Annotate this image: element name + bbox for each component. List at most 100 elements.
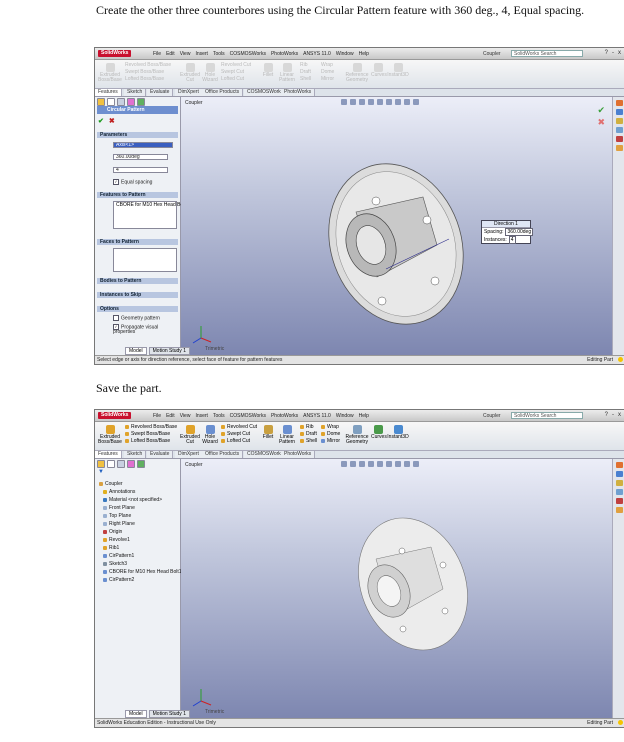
tab-evaluate[interactable]: Evaluate bbox=[147, 451, 174, 458]
ribbon-small-item[interactable]: Swept Boss/Base bbox=[125, 69, 171, 76]
section-bodies-to-pattern[interactable]: Bodies to Pattern bbox=[97, 278, 178, 284]
ribbon-button[interactable]: Extruded Cut bbox=[179, 63, 201, 83]
appearances-icon[interactable] bbox=[615, 145, 623, 151]
tab-sketch[interactable]: Sketch bbox=[124, 89, 147, 96]
ribbon-small-item[interactable]: Revolved Boss/Base bbox=[125, 62, 171, 69]
tab-dimxpert[interactable]: DimXpert bbox=[175, 451, 203, 458]
menu-item[interactable]: Tools bbox=[213, 413, 225, 419]
tab-motion-study[interactable]: Motion Study 1 bbox=[148, 347, 190, 355]
tree-item-top-plane[interactable]: Top Plane bbox=[103, 513, 131, 519]
tree-item-material[interactable]: Material <not specified> bbox=[103, 497, 162, 503]
tab-motion-study[interactable]: Motion Study 1 bbox=[148, 710, 190, 718]
rebuild-icon[interactable] bbox=[618, 357, 623, 362]
close-button[interactable]: x bbox=[618, 50, 621, 56]
minimize-button[interactable]: - bbox=[612, 50, 614, 56]
axis-field[interactable]: Axis<1> bbox=[113, 142, 173, 148]
close-button[interactable]: x bbox=[618, 412, 621, 418]
tab-features[interactable]: Features bbox=[95, 89, 122, 96]
resources-icon[interactable] bbox=[615, 100, 623, 106]
ribbon-button[interactable]: Reference Geometry bbox=[345, 63, 369, 83]
config-manager-tab-icon[interactable] bbox=[117, 460, 125, 468]
menu-item[interactable]: View bbox=[180, 51, 191, 57]
confirm-ok-icon[interactable]: ✔ bbox=[597, 105, 605, 116]
ribbon-small-item[interactable]: Draft bbox=[300, 69, 311, 76]
menu-item[interactable]: PhotoWorks bbox=[271, 413, 298, 419]
section-instances-to-skip[interactable]: Instances to Skip bbox=[97, 292, 178, 298]
ribbon-button[interactable]: Linear Pattern bbox=[276, 63, 298, 83]
search-icon[interactable] bbox=[615, 489, 623, 495]
tab-features[interactable]: Features bbox=[95, 451, 122, 458]
tab-photoworks[interactable]: PhotoWorks bbox=[281, 451, 316, 458]
view-palette-icon[interactable] bbox=[615, 136, 623, 142]
menu-item[interactable]: View bbox=[180, 413, 191, 419]
faces-list[interactable] bbox=[113, 248, 177, 272]
feature-tree-tab-icon[interactable] bbox=[97, 98, 105, 106]
ribbon-small-item[interactable]: Shell bbox=[300, 76, 311, 83]
instances-field[interactable]: 4 bbox=[113, 167, 168, 173]
tree-item-revolve1[interactable]: Revolve1 bbox=[103, 537, 130, 543]
file-explorer-icon[interactable] bbox=[615, 480, 623, 486]
ribbon-button[interactable]: Curves bbox=[371, 63, 387, 78]
display-manager-tab-icon[interactable] bbox=[137, 460, 145, 468]
menu-item[interactable]: Edit bbox=[166, 413, 175, 419]
tree-item-origin[interactable]: Origin bbox=[103, 529, 122, 535]
revolved-cut-button[interactable]: Revolved Cut bbox=[221, 424, 257, 431]
menu-item[interactable]: ANSYS 11.0 bbox=[303, 51, 331, 57]
swept-boss-button[interactable]: Swept Boss/Base bbox=[125, 431, 177, 438]
fillet-button[interactable]: Fillet bbox=[261, 425, 275, 440]
tree-item-cbore[interactable]: CBORE for M10 Hex Head Bolt1 bbox=[103, 569, 182, 575]
confirm-cancel-icon[interactable]: ✖ bbox=[597, 117, 605, 128]
menu-item[interactable]: Help bbox=[359, 413, 369, 419]
resources-icon[interactable] bbox=[615, 462, 623, 468]
feature-list-item[interactable]: CBORE for M10 Hex Head Bolt1 bbox=[114, 202, 189, 208]
feature-tree-tab-icon[interactable] bbox=[97, 460, 105, 468]
design-library-icon[interactable] bbox=[615, 471, 623, 477]
ribbon-small-item[interactable]: Mirror bbox=[321, 76, 334, 83]
dome-button[interactable]: Dome bbox=[321, 431, 340, 438]
menu-item[interactable]: Window bbox=[336, 51, 354, 57]
file-explorer-icon[interactable] bbox=[615, 118, 623, 124]
section-faces-to-pattern[interactable]: Faces to Pattern bbox=[97, 239, 178, 245]
curves-button[interactable]: Curves bbox=[371, 425, 387, 440]
ribbon-button[interactable]: Extruded Boss/Base bbox=[98, 63, 122, 83]
graphics-viewport[interactable]: Coupler Direction 1 Spacing: 360.00deg I… bbox=[181, 97, 613, 356]
dimxpert-tab-icon[interactable] bbox=[127, 460, 135, 468]
menu-item[interactable]: PhotoWorks bbox=[271, 51, 298, 57]
graphics-viewport[interactable]: Coupler Trimetric bbox=[181, 459, 613, 719]
geometry-pattern-checkbox[interactable]: Geometry pattern bbox=[113, 315, 160, 321]
section-features-to-pattern[interactable]: Features to Pattern bbox=[97, 192, 178, 198]
wrap-button[interactable]: Wrap bbox=[321, 424, 340, 431]
features-list[interactable]: CBORE for M10 Hex Head Bolt1 bbox=[113, 201, 189, 229]
tab-office-products[interactable]: Office Products bbox=[202, 89, 244, 96]
menu-item[interactable]: Window bbox=[336, 413, 354, 419]
search-input[interactable]: SolidWorks Search bbox=[511, 50, 583, 57]
search-icon[interactable] bbox=[615, 127, 623, 133]
revolved-boss-button[interactable]: Revolved Boss/Base bbox=[125, 424, 177, 431]
tab-dimxpert[interactable]: DimXpert bbox=[175, 89, 203, 96]
ribbon-button[interactable]: Instant3D bbox=[387, 63, 409, 78]
menu-item[interactable]: Edit bbox=[166, 51, 175, 57]
filter-icon[interactable]: ▼ bbox=[98, 469, 104, 475]
tab-model[interactable]: Model bbox=[125, 347, 147, 355]
tree-item-cirpattern2[interactable]: CirPattern2 bbox=[103, 577, 134, 583]
tab-evaluate[interactable]: Evaluate bbox=[147, 89, 174, 96]
propagate-checkbox[interactable]: ✓ Propagate visual properties bbox=[113, 324, 173, 335]
display-manager-tab-icon[interactable] bbox=[137, 98, 145, 106]
ribbon-small-item[interactable]: Swept Cut bbox=[221, 69, 251, 76]
ribbon-small-item[interactable]: Rib bbox=[300, 62, 311, 69]
menu-item[interactable]: COSMOSWorks bbox=[230, 51, 266, 57]
ribbon-small-item[interactable]: Wrap bbox=[321, 62, 334, 69]
lofted-cut-button[interactable]: Lofted Cut bbox=[221, 438, 257, 445]
menu-item[interactable]: Insert bbox=[195, 51, 208, 57]
rebuild-icon[interactable] bbox=[618, 720, 623, 725]
angle-field[interactable]: 360.00deg bbox=[113, 154, 168, 160]
help-button[interactable]: ? bbox=[605, 412, 608, 418]
minimize-button[interactable]: - bbox=[612, 412, 614, 418]
menu-item[interactable]: File bbox=[153, 413, 161, 419]
ribbon-small-item[interactable]: Lofted Boss/Base bbox=[125, 76, 171, 83]
menu-item[interactable]: COSMOSWorks bbox=[230, 413, 266, 419]
ok-button[interactable]: ✔ bbox=[98, 117, 104, 125]
dimxpert-tab-icon[interactable] bbox=[127, 98, 135, 106]
section-options[interactable]: Options bbox=[97, 306, 178, 312]
equal-spacing-checkbox[interactable]: ✓ Equal spacing bbox=[113, 179, 152, 185]
